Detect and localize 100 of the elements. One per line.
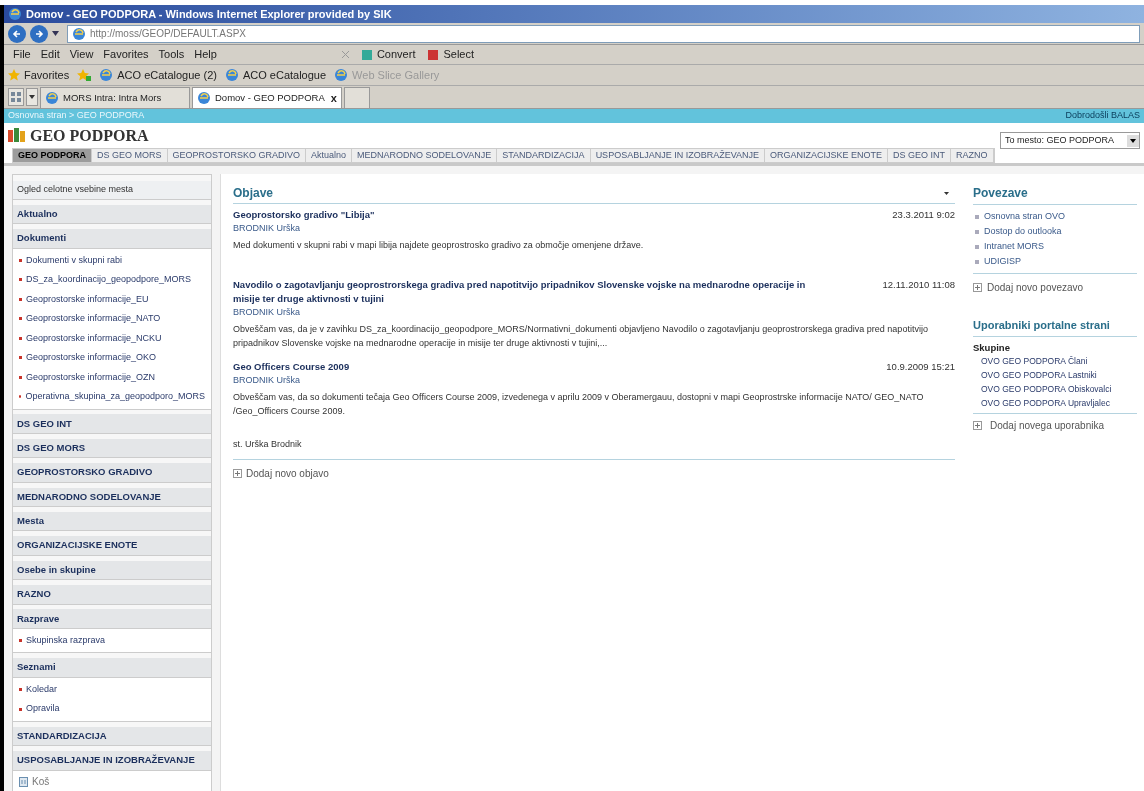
toolbar-button[interactable]: Convert xyxy=(360,46,416,63)
nav-tab[interactable]: MEDNARODNO SODELOVANJE xyxy=(351,149,498,162)
page-icon xyxy=(72,26,86,41)
browser-icon xyxy=(8,7,22,21)
add-link-link[interactable]: Dodaj novo povezavo xyxy=(987,280,1084,295)
nav-tab[interactable]: GEOPROSTORSKO GRADIVO xyxy=(167,149,306,162)
close-icon xyxy=(341,51,349,58)
breadcrumb: Osnovna stran > GEO PODPORA xyxy=(8,109,145,123)
menu-item[interactable]: File xyxy=(8,46,36,63)
announcement-author[interactable]: BRODNIK Urška xyxy=(233,222,955,236)
toolbar-button[interactable]: Select xyxy=(427,46,475,63)
nav-tab[interactable]: USPOSABLJANJE IN IZOBRAŽEVANJE xyxy=(590,149,765,162)
tab-list-button[interactable] xyxy=(26,88,38,106)
sidebar-heading[interactable]: DS GEO INT xyxy=(13,414,211,434)
link-item[interactable]: Intranet MORS xyxy=(973,239,1045,254)
menu-item[interactable]: Tools xyxy=(153,46,190,63)
section-title: Povezave xyxy=(973,184,1137,205)
sidebar-item[interactable]: Geoprostorske informacije_OZN xyxy=(13,367,211,387)
sidebar-heading[interactable]: MEDNARODNO SODELOVANJE xyxy=(13,487,211,507)
menu-item[interactable]: View xyxy=(64,46,99,63)
sidebar-item[interactable]: Geoprostorske informacije_EU xyxy=(13,289,211,309)
back-arrow-icon xyxy=(12,28,22,39)
nav-tab[interactable]: DS GEO MORS xyxy=(92,149,168,162)
menu-item[interactable]: Edit xyxy=(35,46,65,63)
sidebar-link[interactable]: Ogled celotne vsebine mesta xyxy=(13,180,211,200)
sidebar-heading[interactable]: Aktualno xyxy=(13,204,211,225)
announcement-body: Obveščam vas, da je v zavihku DS_za_koordinacijo_geopodpore_MORS/Normativni_dokumenti objavljeno Navodilo o zagotavljanju geoprostrorskega gradiva pred napotitvijo pripadnikov Slovenske vojske na mednarodne operacije in misije ter druge aktivnosti v tujini,... xyxy=(233,322,929,350)
announcement-body: Med dokumenti v skupni rabi v mapi libija najdete geoprostrosko gradivo za območje omenjene države. xyxy=(233,238,645,252)
address-field[interactable]: http://moss/GEOP/DEFAULT.ASPX xyxy=(67,24,1140,43)
sidebar-heading[interactable]: DS GEO MORS xyxy=(13,438,211,459)
group-link[interactable]: OVO GEO PODPORA Upravljalec xyxy=(973,396,1110,411)
announcement-date: 10.9.2009 15:21 xyxy=(886,359,955,374)
star-icon xyxy=(8,69,20,81)
sidebar-item[interactable]: Geoprostorske informacije_NATO xyxy=(13,309,211,329)
nav-tab[interactable]: Aktualno xyxy=(305,149,352,162)
group-link[interactable]: OVO GEO PODPORA Obiskovalci xyxy=(973,382,1112,397)
bullet-icon xyxy=(975,259,979,264)
announcement-date: 12.11.2010 11:08 xyxy=(882,277,955,292)
announcement-title[interactable]: Geoprostorsko gradivo "Libija" xyxy=(233,208,375,223)
menu-item[interactable]: Favorites xyxy=(98,46,154,63)
sidebar-heading[interactable]: USPOSABLJANJE IN IZOBRAŽEVANJE xyxy=(13,751,211,771)
back-button[interactable] xyxy=(8,24,26,43)
announcement-body: Obveščam vas, da so dokumenti tečaja Geo Officers Course 2009, izvedenega v aprilu 2009 v Oberamergauu, dostopni v mapi Geoprostrske informacije NATO/ GEO_NATO /Geo_Officers Course 2009. xyxy=(233,390,925,418)
bullet-icon xyxy=(975,229,979,234)
add-icon xyxy=(973,283,982,292)
scope-select[interactable]: To mesto: GEO PODPORA xyxy=(1000,132,1140,149)
sidebar-item[interactable]: DS_za_koordinacijo_geopodpore_MORS xyxy=(13,270,211,290)
link-item[interactable]: Dostop do outlooka xyxy=(973,224,1062,239)
group-link[interactable]: OVO GEO PODPORA Člani xyxy=(973,354,1088,369)
sidebar-item[interactable]: Koledar xyxy=(13,679,211,700)
sidebar-item[interactable]: Geoprostorske informacije_OKO xyxy=(13,348,211,368)
link-item[interactable]: UDIGISP xyxy=(973,254,1021,269)
bullet-icon xyxy=(19,707,22,711)
bullet-icon xyxy=(19,258,22,262)
grid-icon xyxy=(11,92,21,102)
nav-tab[interactable]: RAZNO xyxy=(951,149,994,162)
add-user-link[interactable]: Dodaj novega uporabnika xyxy=(990,417,1104,433)
announcement-author[interactable]: BRODNIK Urška xyxy=(233,306,955,320)
announcement-title[interactable]: Geo Officers Course 2009 xyxy=(233,359,350,374)
close-tab-button[interactable]: x xyxy=(328,89,339,107)
section-title: Objave xyxy=(233,185,274,202)
browser-tab[interactable]: Domov - GEO PODPORA x xyxy=(192,87,342,108)
add-announcement-link[interactable]: Dodaj novo objavo xyxy=(246,466,329,481)
bullet-icon xyxy=(19,278,22,282)
sidebar-heading[interactable]: STANDARDIZACIJA xyxy=(13,726,211,747)
nav-tab[interactable]: STANDARDIZACIJA xyxy=(497,149,591,162)
nav-tab[interactable]: GEO PODPORA xyxy=(13,149,92,162)
announcement-date: 23.3.2011 9:02 xyxy=(892,208,955,222)
link-item[interactable]: Osnovna stran OVO xyxy=(973,209,1066,224)
recycle-bin-link[interactable]: Koš xyxy=(13,770,211,791)
announcement-author[interactable]: BRODNIK Urška xyxy=(233,374,955,388)
page-icon xyxy=(45,91,59,105)
welcome-text: Dobrodošli BALAS xyxy=(1065,109,1140,123)
menu-caret-icon xyxy=(944,191,949,195)
nav-tab[interactable]: DS GEO INT xyxy=(888,149,952,162)
sidebar-heading[interactable]: GEOPROSTORSKO GRADIVO xyxy=(13,463,211,483)
sidebar-heading[interactable]: Dokumenti xyxy=(13,229,211,249)
bullet-icon xyxy=(19,336,22,340)
sidebar-item[interactable]: Operativna_skupina_za_geopodporo_MORS xyxy=(13,387,211,407)
forward-button[interactable] xyxy=(30,24,48,43)
sidebar-heading[interactable]: ORGANIZACIJSKE ENOTE xyxy=(13,536,211,556)
add-favorite-icon xyxy=(77,69,92,81)
sidebar-item[interactable]: Dokumenti v skupni rabi xyxy=(13,250,211,270)
menu-item[interactable]: Help xyxy=(189,46,222,63)
sidebar-heading[interactable]: Seznami xyxy=(13,658,211,678)
browser-tab[interactable]: MORS Intra: Intra Mors xyxy=(40,87,190,108)
section-title: Uporabniki portalne strani xyxy=(973,317,1137,337)
nav-tab[interactable]: ORGANIZACIJSKE ENOTE xyxy=(765,149,889,162)
sidebar-item[interactable]: Geoprostorske informacije_NCKU xyxy=(13,328,211,348)
bullet-icon xyxy=(19,688,22,691)
sidebar-item[interactable]: Opravila xyxy=(13,699,211,719)
sidebar-heading[interactable]: Mesta xyxy=(13,511,211,532)
group-link[interactable]: OVO GEO PODPORA Lastniki xyxy=(973,368,1097,383)
favorite-link[interactable]: ACO eCatalogue (2) xyxy=(99,66,217,84)
sidebar-heading[interactable]: Osebe in skupine xyxy=(13,560,211,581)
announcement-title[interactable]: Navodilo o zagotavljanju geoprostrorskega gradiva pred napotitvijo pripadnikov Slovenske vojske na mednarodne operacije in misije ter druge aktivnosti v tujini xyxy=(233,277,833,307)
favorites-button[interactable]: Favorites xyxy=(8,66,70,84)
sidebar-heading[interactable]: RAZNO xyxy=(13,585,211,605)
sidebar-heading[interactable]: Razprave xyxy=(13,609,211,629)
favorite-link[interactable]: ACO eCatalogue xyxy=(224,66,327,84)
